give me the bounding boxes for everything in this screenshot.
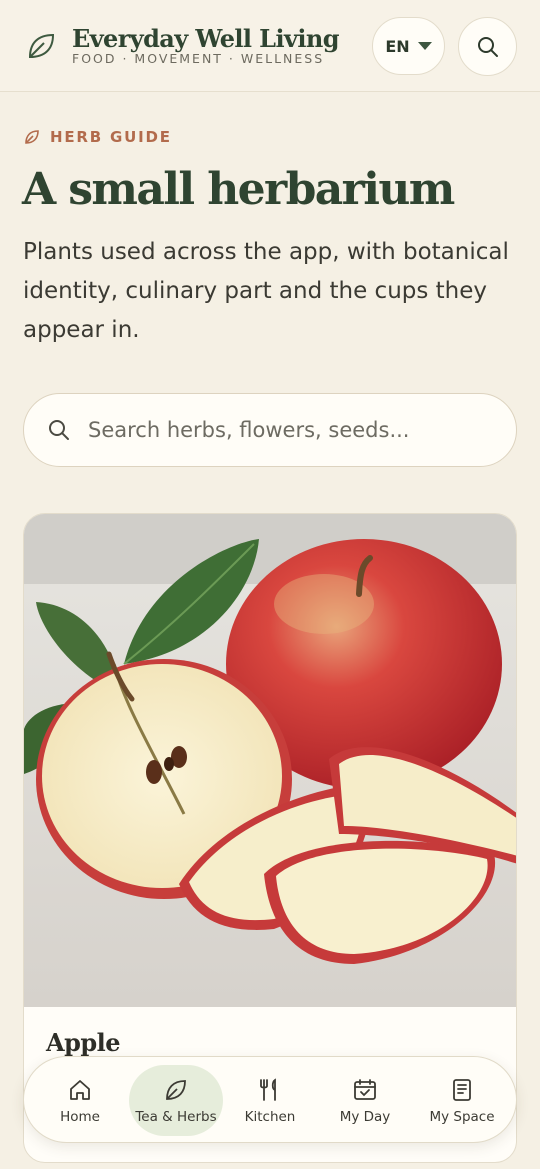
nav-item-label: Home <box>60 1108 100 1125</box>
search-icon <box>49 420 69 440</box>
nav-item-home[interactable]: Home <box>38 1065 122 1136</box>
leaf-icon <box>25 130 39 144</box>
nav-item-kitchen[interactable]: Kitchen <box>230 1065 310 1136</box>
page-title: A small herbarium <box>22 164 455 215</box>
chevron-down-icon <box>417 42 432 50</box>
leaf-logo-icon <box>28 33 55 59</box>
page-intro: Plants used across the app, with botanic… <box>23 239 509 343</box>
nav-item-my-space[interactable]: My Space <box>420 1065 504 1136</box>
brand-tagline: FOOD · MOVEMENT · WELLNESS <box>72 51 325 66</box>
section-eyebrow: HERB GUIDE <box>24 128 172 146</box>
nav-item-label: Tea & Herbs <box>135 1108 217 1125</box>
app-header: Everyday Well Living FOOD · MOVEMENT · W… <box>0 0 540 92</box>
herb-search-input[interactable] <box>88 418 488 442</box>
nav-item-label: My Day <box>339 1108 391 1125</box>
bottom-navigation: Home Tea & Herbs Kitchen My Day My Space <box>23 1056 517 1143</box>
header-search-button[interactable] <box>458 17 517 76</box>
herb-search-field[interactable] <box>23 393 517 467</box>
nav-item-tea-herbs[interactable]: Tea & Herbs <box>129 1065 223 1136</box>
herb-card-name: Apple <box>46 1028 121 1057</box>
language-selector[interactable]: EN <box>372 17 445 75</box>
herb-card-image <box>24 514 516 1007</box>
search-icon <box>477 36 498 57</box>
utensils-icon <box>260 1077 276 1101</box>
nav-item-label: Kitchen <box>244 1108 296 1125</box>
calendar-icon <box>354 1078 376 1100</box>
nav-item-label: My Space <box>429 1108 495 1125</box>
brand-title: Everyday Well Living <box>72 24 339 53</box>
language-label: EN <box>385 36 410 56</box>
home-icon <box>70 1079 90 1100</box>
nav-item-my-day[interactable]: My Day <box>325 1065 405 1136</box>
eyebrow-label: HERB GUIDE <box>50 128 172 146</box>
notebook-icon <box>453 1078 471 1101</box>
leaf-icon <box>166 1079 186 1100</box>
